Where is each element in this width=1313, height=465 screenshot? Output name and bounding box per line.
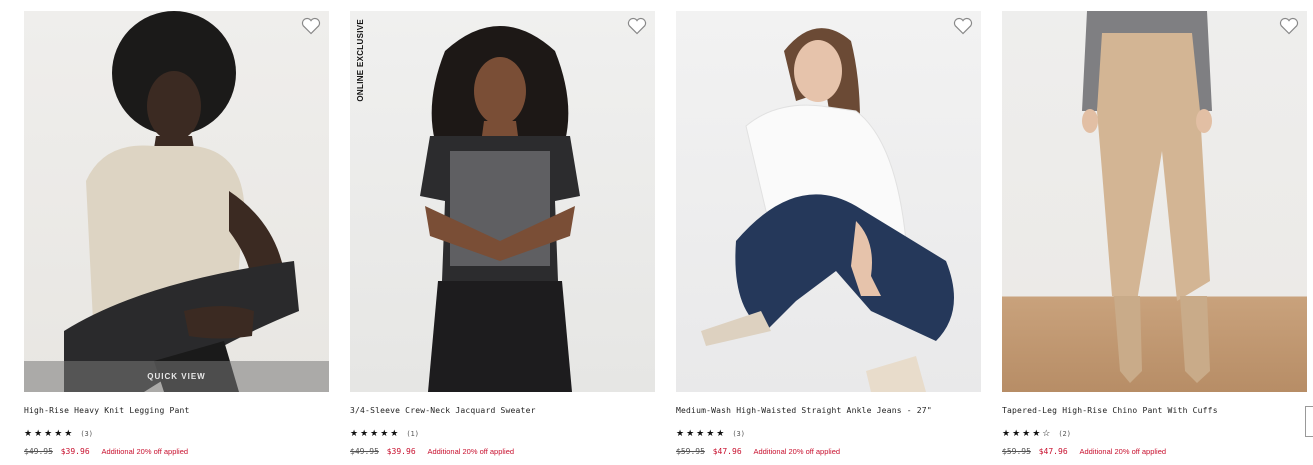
- product-rating[interactable]: ★★★★★ (1): [350, 428, 655, 439]
- review-count: (1): [406, 429, 419, 438]
- wishlist-heart-icon[interactable]: [627, 17, 647, 35]
- promo-text: Additional 20% off applied: [1079, 447, 1167, 456]
- product-card[interactable]: Tapered-Leg High-Rise Chino Pant With Cu…: [1002, 11, 1307, 456]
- original-price: $49.95: [24, 447, 53, 456]
- star-rating-icon: ★★★★★: [676, 428, 727, 438]
- model-photo: [701, 28, 954, 392]
- product-card[interactable]: QUICK VIEW High-Rise Heavy Knit Legging …: [24, 11, 329, 456]
- wishlist-heart-icon[interactable]: [953, 17, 973, 35]
- original-price: $49.95: [350, 447, 379, 456]
- price-row: $59.95 $47.96 Additional 20% off applied: [676, 447, 981, 456]
- promo-text: Additional 20% off applied: [753, 447, 841, 456]
- product-image[interactable]: ONLINE EXCLUSIVE: [350, 11, 655, 392]
- original-price: $59.95: [676, 447, 705, 456]
- next-page-control[interactable]: [1305, 406, 1313, 437]
- price-row: $59.95 $47.96 Additional 20% off applied: [1002, 447, 1307, 456]
- product-name[interactable]: Tapered-Leg High-Rise Chino Pant With Cu…: [1002, 406, 1307, 415]
- product-image[interactable]: [1002, 11, 1307, 392]
- sale-price: $47.96: [1038, 447, 1068, 456]
- review-count: (2): [1058, 429, 1071, 438]
- sale-price: $39.96: [60, 447, 90, 456]
- review-count: (3): [732, 429, 745, 438]
- price-row: $49.95 $39.96 Additional 20% off applied: [24, 447, 329, 456]
- online-exclusive-badge: ONLINE EXCLUSIVE: [356, 19, 365, 102]
- star-rating-icon: ★★★★☆: [1002, 428, 1053, 438]
- sale-price: $47.96: [712, 447, 742, 456]
- product-name[interactable]: High-Rise Heavy Knit Legging Pant: [24, 406, 329, 415]
- wishlist-heart-icon[interactable]: [1279, 17, 1299, 35]
- star-rating-icon: ★★★★★: [350, 428, 401, 438]
- wishlist-heart-icon[interactable]: [301, 17, 321, 35]
- promo-text: Additional 20% off applied: [427, 447, 515, 456]
- price-row: $49.95 $39.96 Additional 20% off applied: [350, 447, 655, 456]
- product-card[interactable]: ONLINE EXCLUSIVE 3/4-Sleeve Crew-Neck Ja…: [350, 11, 655, 456]
- product-rating[interactable]: ★★★★☆ (2): [1002, 428, 1307, 439]
- model-photo: [420, 26, 580, 392]
- model-photo: [64, 11, 299, 392]
- product-card[interactable]: Medium-Wash High-Waisted Straight Ankle …: [676, 11, 981, 456]
- product-name[interactable]: 3/4-Sleeve Crew-Neck Jacquard Sweater: [350, 406, 655, 415]
- quick-view-button[interactable]: QUICK VIEW: [24, 361, 329, 392]
- product-grid: QUICK VIEW High-Rise Heavy Knit Legging …: [24, 11, 1307, 456]
- promo-text: Additional 20% off applied: [101, 447, 189, 456]
- product-name[interactable]: Medium-Wash High-Waisted Straight Ankle …: [676, 406, 981, 415]
- product-rating[interactable]: ★★★★★ (3): [676, 428, 981, 439]
- product-rating[interactable]: ★★★★★ (3): [24, 428, 329, 439]
- review-count: (3): [80, 429, 93, 438]
- star-rating-icon: ★★★★★: [24, 428, 75, 438]
- original-price: $59.95: [1002, 447, 1031, 456]
- sale-price: $39.96: [386, 447, 416, 456]
- product-image[interactable]: [676, 11, 981, 392]
- model-photo: [1082, 11, 1212, 383]
- product-image[interactable]: QUICK VIEW: [24, 11, 329, 392]
